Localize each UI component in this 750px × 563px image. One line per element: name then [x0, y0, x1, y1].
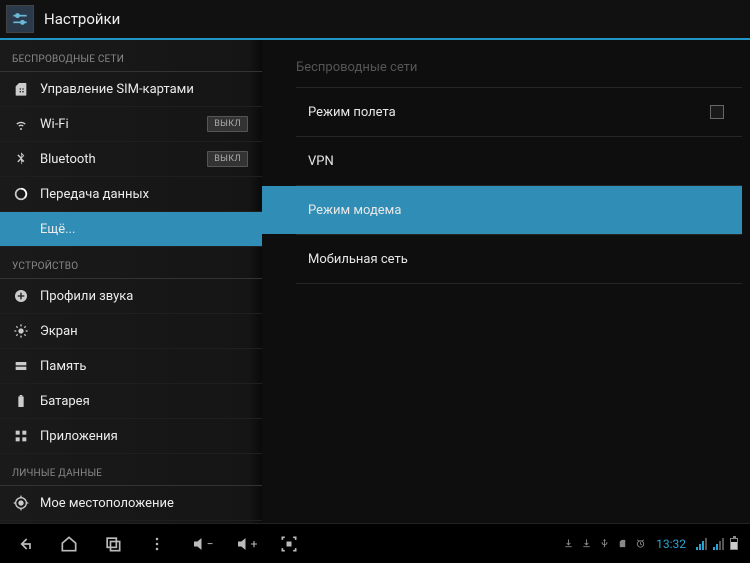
data-usage-icon	[12, 185, 30, 203]
status-bar[interactable]: 13:32	[562, 537, 746, 551]
main-item-label: Режим модема	[308, 203, 724, 218]
sidebar-item-display[interactable]: Экран	[0, 314, 262, 349]
battery-icon	[730, 538, 738, 550]
sidebar-item-more[interactable]: Ещё...	[0, 212, 262, 247]
volume-down-button[interactable]: −	[180, 528, 222, 560]
download-icon	[580, 538, 592, 550]
section-wireless: БЕСПРОВОДНЫЕ СЕТИ	[0, 40, 262, 71]
system-navbar: − + 13:32	[0, 523, 750, 563]
sidebar-item-label: Мое местоположение	[40, 496, 252, 511]
main-item-tethering[interactable]: Режим модема	[262, 186, 742, 234]
location-icon	[12, 494, 30, 512]
main-panel: Беспроводные сети Режим полета VPN Режим…	[262, 40, 750, 523]
main-item-label: Мобильная сеть	[308, 252, 724, 267]
recent-apps-button[interactable]	[92, 528, 134, 560]
sidebar-item-storage[interactable]: Память	[0, 349, 262, 384]
sidebar-item-label: Приложения	[40, 429, 252, 444]
storage-icon	[12, 357, 30, 375]
plus-icon: +	[251, 537, 258, 551]
divider	[296, 283, 742, 284]
apps-icon	[12, 427, 30, 445]
sim-icon	[12, 80, 30, 98]
main-item-label: Режим полета	[308, 105, 710, 120]
sidebar-item-battery[interactable]: Батарея	[0, 384, 262, 419]
page-title: Настройки	[44, 10, 120, 28]
clock: 13:32	[656, 537, 686, 551]
content: БЕСПРОВОДНЫЕ СЕТИ Управление SIM-картами…	[0, 40, 750, 523]
alarm-icon	[634, 538, 646, 550]
sidebar-item-label: Батарея	[40, 394, 252, 409]
sidebar-item-bluetooth[interactable]: Bluetooth ВЫКЛ	[0, 142, 262, 177]
sd-card-icon	[616, 538, 628, 550]
nav-left: − +	[4, 528, 310, 560]
main-item-label: VPN	[308, 154, 724, 169]
usb-icon	[598, 538, 610, 550]
sidebar-item-label: Wi-Fi	[40, 117, 207, 132]
back-button[interactable]	[4, 528, 46, 560]
menu-button[interactable]	[136, 528, 178, 560]
sidebar-item-label: Передача данных	[40, 187, 252, 202]
bluetooth-icon	[12, 150, 30, 168]
download-icon	[562, 538, 574, 550]
sidebar-item-label: Профили звука	[40, 289, 252, 304]
sidebar-item-sim[interactable]: Управление SIM-картами	[0, 72, 262, 107]
app-header: Настройки	[0, 0, 750, 40]
sidebar-item-datausage[interactable]: Передача данных	[0, 177, 262, 212]
sidebar-item-label: Экран	[40, 324, 252, 339]
main-item-airplane[interactable]: Режим полета	[262, 88, 742, 136]
screenshot-button[interactable]	[268, 528, 310, 560]
minus-icon: −	[207, 537, 214, 551]
wifi-icon	[12, 115, 30, 133]
main-item-vpn[interactable]: VPN	[262, 137, 742, 185]
section-personal: ЛИЧНЫЕ ДАННЫЕ	[0, 454, 262, 485]
settings-sidebar: БЕСПРОВОДНЫЕ СЕТИ Управление SIM-картами…	[0, 40, 262, 523]
airplane-checkbox[interactable]	[710, 105, 724, 119]
main-item-mobile[interactable]: Мобильная сеть	[262, 235, 742, 283]
sidebar-item-location[interactable]: Мое местоположение	[0, 486, 262, 521]
sidebar-item-label: Ещё...	[40, 222, 252, 237]
display-icon	[12, 322, 30, 340]
battery-icon	[12, 392, 30, 410]
section-device: УСТРОЙСТВО	[0, 247, 262, 278]
main-section-header: Беспроводные сети	[262, 40, 742, 87]
signal-icon	[696, 538, 707, 550]
sidebar-item-label: Память	[40, 359, 252, 374]
home-button[interactable]	[48, 528, 90, 560]
sidebar-item-label: Управление SIM-картами	[40, 82, 252, 97]
sidebar-item-label: Bluetooth	[40, 152, 207, 167]
wifi-toggle[interactable]: ВЫКЛ	[207, 116, 248, 132]
sidebar-item-wifi[interactable]: Wi-Fi ВЫКЛ	[0, 107, 262, 142]
sidebar-item-apps[interactable]: Приложения	[0, 419, 262, 454]
sidebar-item-sound[interactable]: Профили звука	[0, 279, 262, 314]
bluetooth-toggle[interactable]: ВЫКЛ	[207, 151, 248, 167]
blank-icon	[12, 220, 30, 238]
volume-up-button[interactable]: +	[224, 528, 266, 560]
signal-icon	[713, 538, 724, 550]
settings-app-icon	[6, 5, 34, 33]
sound-icon	[12, 287, 30, 305]
